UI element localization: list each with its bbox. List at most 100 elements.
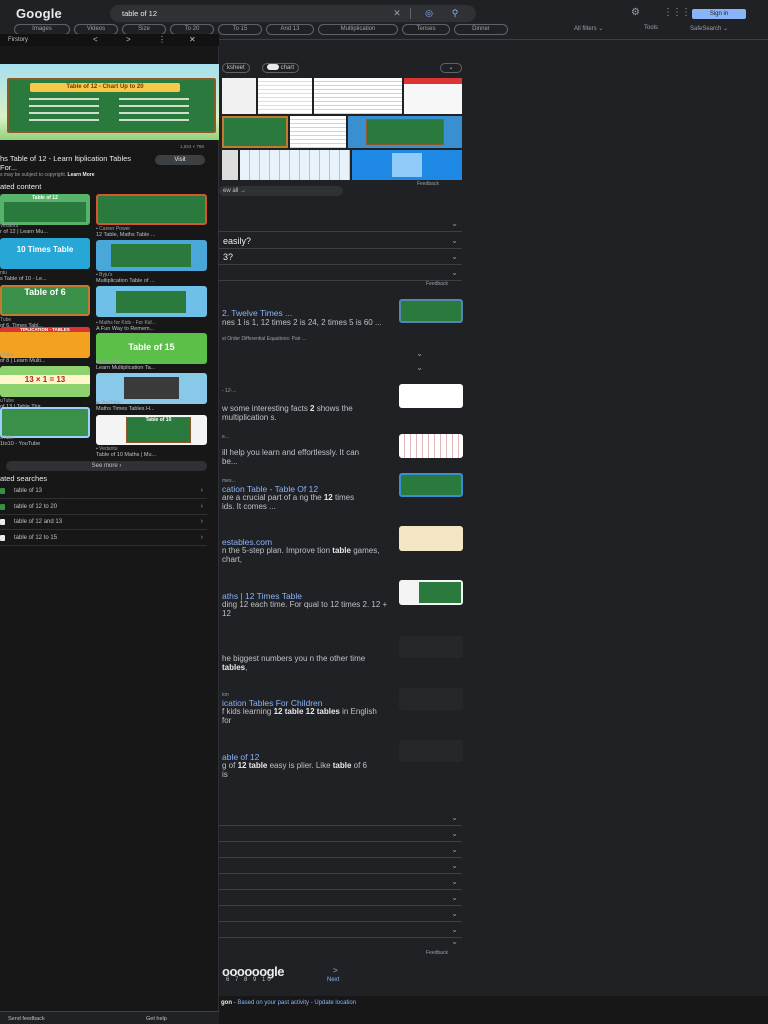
result-thumbnail[interactable]: [399, 688, 463, 710]
related-thumb[interactable]: Table of 6: [0, 285, 90, 316]
bottom-feedback-link[interactable]: Feedback: [426, 950, 448, 956]
search-input[interactable]: table of 12: [122, 9, 157, 18]
filter-chip-tenses[interactable]: Tenses: [402, 24, 450, 35]
search-box[interactable]: table of 12 ✕ ◎ ⚲: [110, 5, 476, 22]
paa-question[interactable]: easily? ⌄: [219, 233, 462, 249]
related-thumb[interactable]: [0, 407, 90, 438]
google-logo[interactable]: Google: [16, 6, 62, 21]
related-caption[interactable]: Table of 10 Maths | Mu...: [96, 452, 207, 458]
view-all-button[interactable]: ew all →: [219, 186, 343, 196]
search-icon[interactable]: ⚲: [448, 7, 462, 20]
camera-lens-icon[interactable]: ◎: [422, 7, 436, 20]
related-caption[interactable]: of 8 | Learn Multi...: [0, 358, 90, 364]
paa-question[interactable]: 3? ⌄: [219, 249, 462, 265]
all-filters-button[interactable]: All filters ⌄: [574, 25, 603, 32]
apps-grid-icon[interactable]: ⋮⋮⋮: [663, 7, 691, 18]
image-result-tile[interactable]: [222, 116, 288, 148]
close-icon[interactable]: ✕: [189, 35, 196, 44]
related-question-row[interactable]: ⌄: [219, 874, 462, 890]
related-thumb[interactable]: 13 × 1 = 13: [0, 366, 90, 397]
related-question-row[interactable]: ⌄: [219, 826, 462, 842]
related-caption[interactable]: 12 Table, Maths Table ...: [96, 232, 207, 238]
result-thumbnail[interactable]: [399, 740, 463, 762]
related-caption[interactable]: Maths Times Tables H...: [96, 406, 207, 412]
location-links[interactable]: Based on your past activity - Update loc…: [237, 1000, 356, 1006]
related-search-row[interactable]: table of 13 ›: [0, 484, 207, 499]
thumb-caption: Table of 12: [32, 195, 58, 201]
image-result-tile[interactable]: [258, 78, 312, 114]
related-thumb[interactable]: [96, 286, 207, 317]
clear-icon[interactable]: ✕: [390, 7, 404, 20]
related-caption[interactable]: Learn Multiplication Ta...: [96, 365, 207, 371]
filter-chip-and-13[interactable]: And 13: [266, 24, 314, 35]
filter-chip-to-15[interactable]: To 15: [218, 24, 262, 35]
tools-button[interactable]: Tools: [644, 25, 658, 31]
visit-button[interactable]: Visit: [155, 155, 205, 165]
chip-thumb-icon: [267, 64, 279, 71]
safesearch-button[interactable]: SafeSearch ⌄: [690, 25, 728, 32]
related-search-row[interactable]: table of 12 to 15 ›: [0, 531, 207, 546]
filter-chip-dinner[interactable]: Dinner: [454, 24, 508, 35]
related-question-row[interactable]: ⌄: [219, 858, 462, 874]
image-result-tile[interactable]: [222, 78, 256, 114]
paa-feedback-link[interactable]: Feedback: [426, 281, 448, 287]
next-page-link[interactable]: Next: [327, 977, 339, 983]
images-feedback-link[interactable]: Feedback: [417, 181, 439, 187]
see-more-button[interactable]: See more ›: [6, 461, 207, 471]
image-result-tile[interactable]: [240, 150, 350, 180]
more-options-icon[interactable]: ⋮: [158, 35, 166, 44]
previous-arrow-icon[interactable]: <: [93, 35, 98, 44]
image-chip-expand[interactable]: ⌄: [440, 63, 462, 73]
result-subrow[interactable]: ⌄: [219, 346, 427, 358]
image-result-tile[interactable]: [314, 78, 402, 114]
related-thumb[interactable]: [96, 194, 207, 225]
image-chip-chart[interactable]: chart: [262, 63, 300, 73]
image-result-tile[interactable]: [348, 116, 462, 148]
result-thumbnail[interactable]: [399, 473, 463, 497]
related-caption[interactable]: 1to10 - YouTube: [0, 441, 90, 447]
result-thumbnail[interactable]: [399, 434, 463, 458]
related-caption[interactable]: r of 12 | Learn Mu...: [0, 229, 90, 235]
result-thumbnail[interactable]: [399, 636, 463, 658]
related-caption[interactable]: A Fun Way to Remem...: [96, 326, 207, 332]
learn-more-link[interactable]: Learn More: [68, 172, 95, 178]
image-result-tile[interactable]: [404, 78, 462, 114]
sign-in-button[interactable]: Sign in: [692, 9, 746, 19]
result-thumbnail[interactable]: [399, 580, 463, 605]
chevron-right-icon[interactable]: >: [333, 966, 338, 975]
result-meta: st Order Differential Equations: Pair ..…: [222, 336, 307, 342]
image-source-name[interactable]: Firstory: [8, 37, 28, 43]
image-result-tile[interactable]: [352, 150, 462, 180]
related-thumb[interactable]: Table of 12: [0, 194, 90, 225]
get-help-link[interactable]: Get help: [146, 1016, 167, 1022]
result-thumbnail[interactable]: [399, 526, 463, 551]
page-numbers[interactable]: 6 7 8 9 10: [226, 977, 273, 983]
filter-chip-multiplication[interactable]: Multiplication: [318, 24, 398, 35]
paa-question[interactable]: ⌄: [219, 265, 462, 281]
image-result-tile[interactable]: [222, 150, 238, 180]
next-arrow-icon[interactable]: >: [126, 35, 131, 44]
send-feedback-link[interactable]: Send feedback: [8, 1016, 45, 1022]
result-meta: - 12-...: [222, 388, 237, 394]
related-thumb[interactable]: 10 Times Table: [0, 238, 90, 269]
related-thumb[interactable]: Table of 10: [96, 415, 207, 445]
related-caption[interactable]: s Table of 10 - Le...: [0, 276, 90, 282]
result-thumbnail[interactable]: [399, 384, 463, 408]
related-thumb[interactable]: [96, 240, 207, 271]
image-result-tile[interactable]: [290, 116, 346, 148]
related-question-row[interactable]: ⌄: [219, 842, 462, 858]
result-title-link[interactable]: 2. Twelve Times ...: [222, 308, 292, 318]
image-chip-worksheet[interactable]: ksheet: [222, 63, 250, 73]
related-question-row[interactable]: ⌄: [219, 810, 462, 826]
image-title[interactable]: hs Table of 12 - Learn ltiplication Tabl…: [0, 154, 150, 172]
result-subrow[interactable]: ⌄: [219, 360, 427, 372]
gear-icon[interactable]: ⚙: [631, 7, 640, 18]
result-thumbnail[interactable]: [399, 299, 463, 323]
related-search-row[interactable]: table of 12 to 20 ›: [0, 500, 207, 515]
related-question-row[interactable]: ⌄: [219, 934, 462, 950]
related-caption[interactable]: Multiplication Table of ...: [96, 278, 207, 284]
related-question-row[interactable]: ⌄: [219, 890, 462, 906]
related-search-row[interactable]: table of 12 and 13 ›: [0, 515, 207, 530]
paa-question[interactable]: ⌄: [219, 216, 462, 232]
related-question-row[interactable]: ⌄: [219, 906, 462, 922]
